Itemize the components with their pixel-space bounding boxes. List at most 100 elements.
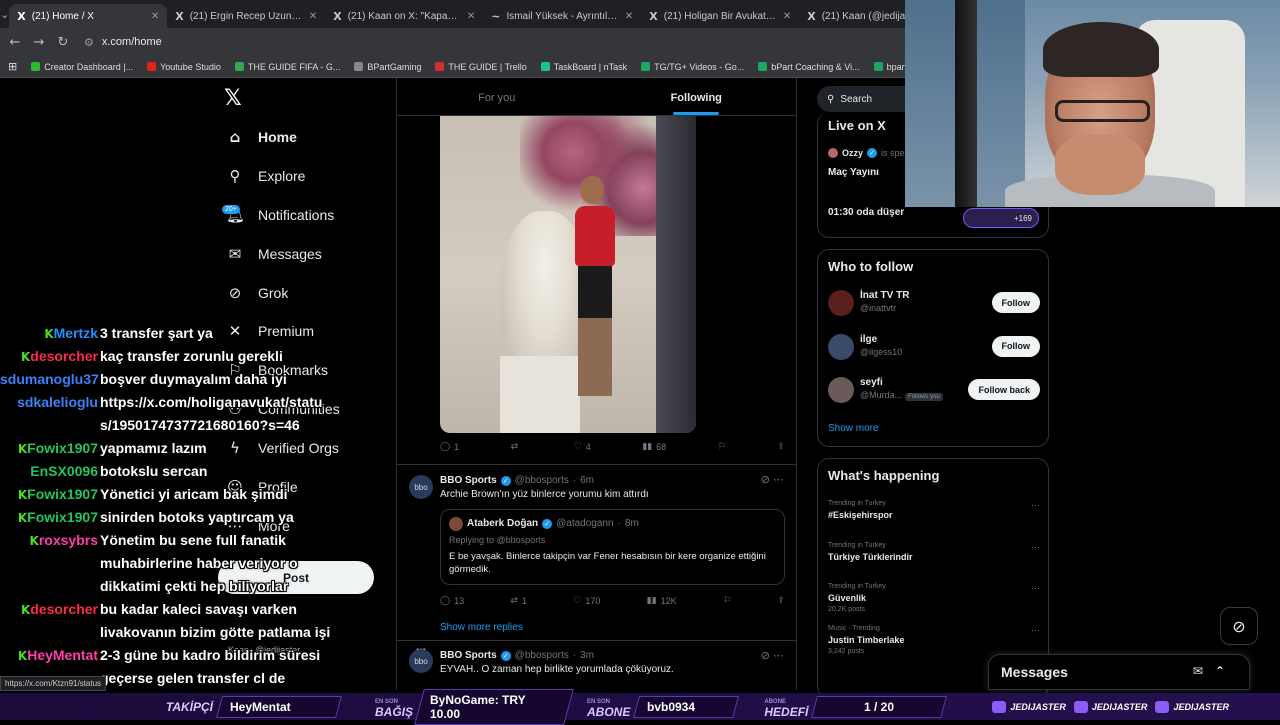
tweet-more-icon[interactable]: ⊘ ⋯ <box>761 473 784 486</box>
trend-item[interactable]: Music · Trending Justin Timberlake 3,242… <box>828 625 1040 655</box>
search-input[interactable]: ⚲ Search <box>817 86 917 112</box>
trend-more-icon[interactable]: ⋯ <box>1031 500 1040 511</box>
tweet-more-icon[interactable]: ⊘ ⋯ <box>761 649 784 662</box>
x-logo-icon[interactable]: 𝕏 <box>224 86 242 111</box>
bbo-avatar[interactable]: bbo <box>409 475 433 499</box>
bookmark-item[interactable]: bPart Coaching & Vi... <box>758 62 860 72</box>
bookmark-item[interactable]: TG/TG+ Videos - Go... <box>641 62 744 72</box>
share-button[interactable]: ⇪ <box>777 442 785 452</box>
nav-item-messages[interactable]: ✉ Messages <box>226 245 322 263</box>
trend-more-icon[interactable]: ⋯ <box>1031 542 1040 553</box>
browser-tab[interactable]: X (21) Holigan Bir Avukat on X: "F ✕ <box>641 4 799 28</box>
browser-tab[interactable]: X (21) Ergin Recep Uzun on X: "@ ✕ <box>167 4 325 28</box>
live-host[interactable]: Ozzy ✓ is spea... <box>828 148 917 158</box>
listeners-pill[interactable]: +169 <box>963 208 1039 228</box>
chat-text: botokslu sercan <box>100 463 208 479</box>
follow-button[interactable]: Follow back <box>968 379 1040 400</box>
tab-for-you[interactable]: For you <box>397 78 597 115</box>
address-bar: ← → ↻ ⚙ x.com/home <box>0 28 905 56</box>
trend-item[interactable]: Trending in Turkey #Eskişehirspor ⋯ <box>828 500 1040 520</box>
tab-close-icon[interactable]: ✕ <box>783 11 791 22</box>
tweet[interactable]: bbo BBO Sports ✓ @bbosports · 6m ⊘ ⋯ Arc… <box>397 464 796 644</box>
tab-close-icon[interactable]: ✕ <box>151 11 159 22</box>
nav-item-home[interactable]: ⌂ Home <box>226 128 297 146</box>
avatar[interactable] <box>828 333 854 360</box>
forward-icon[interactable]: → <box>30 35 48 50</box>
reply-button[interactable]: ◯ 13 <box>440 596 464 606</box>
share-button[interactable]: ⇪ <box>777 596 785 606</box>
suggestion-name[interactable]: seyfi <box>860 377 883 388</box>
grok-button[interactable]: ⊘ <box>1220 607 1258 645</box>
browser-tab[interactable]: X(21) Kaan (@jedija✕ <box>799 4 905 28</box>
url-field[interactable]: ⚙ x.com/home <box>84 36 162 49</box>
quoted-tweet[interactable]: Ataberk Doğan ✓ @atadogann · 8m Replying… <box>440 509 785 585</box>
follow-suggestion[interactable]: İnat TV TR @inattvtr Follow <box>828 288 1040 318</box>
browser-tab[interactable]: X (21) Kaan on X: "Kapanan savu ✕ <box>325 4 483 28</box>
trend-more-icon[interactable]: ⋯ <box>1031 583 1040 594</box>
live-room-title[interactable]: Maç Yayını <box>828 167 879 178</box>
nav-item-notifications[interactable]: 🔔︎ Notifications <box>226 206 334 224</box>
bookmark-item[interactable]: THE GUIDE FIFA - G... <box>234 62 340 72</box>
author-handle[interactable]: @bbosports <box>515 650 569 661</box>
reply-button[interactable]: ◯ 1 <box>440 442 459 452</box>
browser-tab[interactable]: X (21) Home / X ✕ <box>9 4 168 28</box>
trend-item[interactable]: Trending in Turkey Türkiye Türklerindir … <box>828 542 1040 562</box>
tab-following[interactable]: Following <box>597 78 797 115</box>
nav-item-grok[interactable]: ⊘ Grok <box>226 284 289 302</box>
post-image[interactable] <box>440 116 696 433</box>
repost-button[interactable]: ⇄ 1 <box>510 596 527 606</box>
tab-close-icon[interactable]: ✕ <box>625 11 633 22</box>
author-name[interactable]: BBO Sports <box>440 475 497 486</box>
trend-context: Trending in Turkey <box>828 583 886 590</box>
tweet[interactable]: bbo BBO Sports ✓ @bbosports · 3m ⊘ ⋯ EYV… <box>397 640 796 690</box>
bookmark-item[interactable]: Youtube Studio <box>147 62 221 72</box>
views-button[interactable]: ▮▮ 68 <box>642 442 666 452</box>
apps-grid-icon[interactable]: ⊞ <box>8 60 17 73</box>
back-icon[interactable]: ← <box>6 35 24 50</box>
avatar[interactable] <box>828 290 854 316</box>
follow-button[interactable]: Follow <box>991 335 1040 357</box>
tweet-time[interactable]: 6m <box>580 475 594 486</box>
reload-icon[interactable]: ↻ <box>54 35 72 50</box>
suggestion-name[interactable]: İnat TV TR <box>860 290 909 301</box>
social-handle: JEDIJASTER <box>1155 700 1229 713</box>
like-button[interactable]: ♡ 170 <box>573 596 600 606</box>
tab-close-icon[interactable]: ✕ <box>309 11 317 22</box>
messages-drawer[interactable]: Messages ✉⌃ <box>988 654 1250 690</box>
follow-suggestion[interactable]: seyfi @Murda... Follows you Follow back <box>828 375 1040 405</box>
bookmark-button[interactable]: ⚐ <box>718 442 726 452</box>
tweet-time[interactable]: 3m <box>580 650 594 661</box>
tab-close-icon[interactable]: ✕ <box>467 11 475 22</box>
avatar[interactable] <box>828 377 854 403</box>
chat-username: Fowix1907 <box>27 486 98 502</box>
tab-search-icon[interactable]: ⌄ <box>0 0 9 28</box>
show-more-follow[interactable]: Show more <box>828 423 879 434</box>
bbo-avatar[interactable]: bbo <box>409 649 433 673</box>
bookmark-item[interactable]: BPartGaming <box>354 62 421 72</box>
nav-item-explore[interactable]: ⚲ Explore <box>226 167 306 185</box>
views-button[interactable]: ▮▮ 12K <box>647 596 677 606</box>
bookmark-item[interactable]: Creator Dashboard |... <box>31 62 133 72</box>
bookmark-item[interactable]: THE GUIDE | Trello <box>435 62 527 72</box>
bookmark-item[interactable]: bpart Gaming - Ka... <box>873 62 905 72</box>
bookmark-button[interactable]: ⚐ <box>723 596 731 606</box>
like-button[interactable]: ♡ 4 <box>574 442 591 452</box>
show-more-replies[interactable]: Show more replies <box>440 622 523 633</box>
browser-tab[interactable]: ~ İsmail Yüksek - Ayrıntılı perform ✕ <box>483 4 641 28</box>
trend-item[interactable]: Trending in Turkey Güvenlik 20.2K posts … <box>828 583 1040 613</box>
messages-actions-icon[interactable]: ✉⌃ <box>1193 664 1237 678</box>
nav-item-premium[interactable]: ✕ Premium <box>226 322 314 340</box>
author-handle[interactable]: @bbosports <box>515 475 569 486</box>
site-info-icon[interactable]: ⚙ <box>84 36 94 49</box>
bookmark-item[interactable]: TaskBoard | nTask <box>540 62 627 72</box>
messages-title: Messages <box>1001 664 1068 680</box>
live-room-2[interactable]: 01:30 oda düşer <box>828 207 904 218</box>
nav-item-verified-orgs[interactable]: ϟ Verified Orgs <box>226 439 339 457</box>
author-name[interactable]: BBO Sports <box>440 650 497 661</box>
trend-more-icon[interactable]: ⋯ <box>1031 625 1040 636</box>
follow-button[interactable]: Follow <box>991 292 1040 313</box>
kick-badge-icon: K <box>44 327 54 341</box>
repost-button[interactable]: ⇄ <box>511 442 523 452</box>
follow-suggestion[interactable]: ilge @ilgess10 Follow <box>828 332 1040 362</box>
suggestion-name[interactable]: ilge <box>860 334 877 345</box>
